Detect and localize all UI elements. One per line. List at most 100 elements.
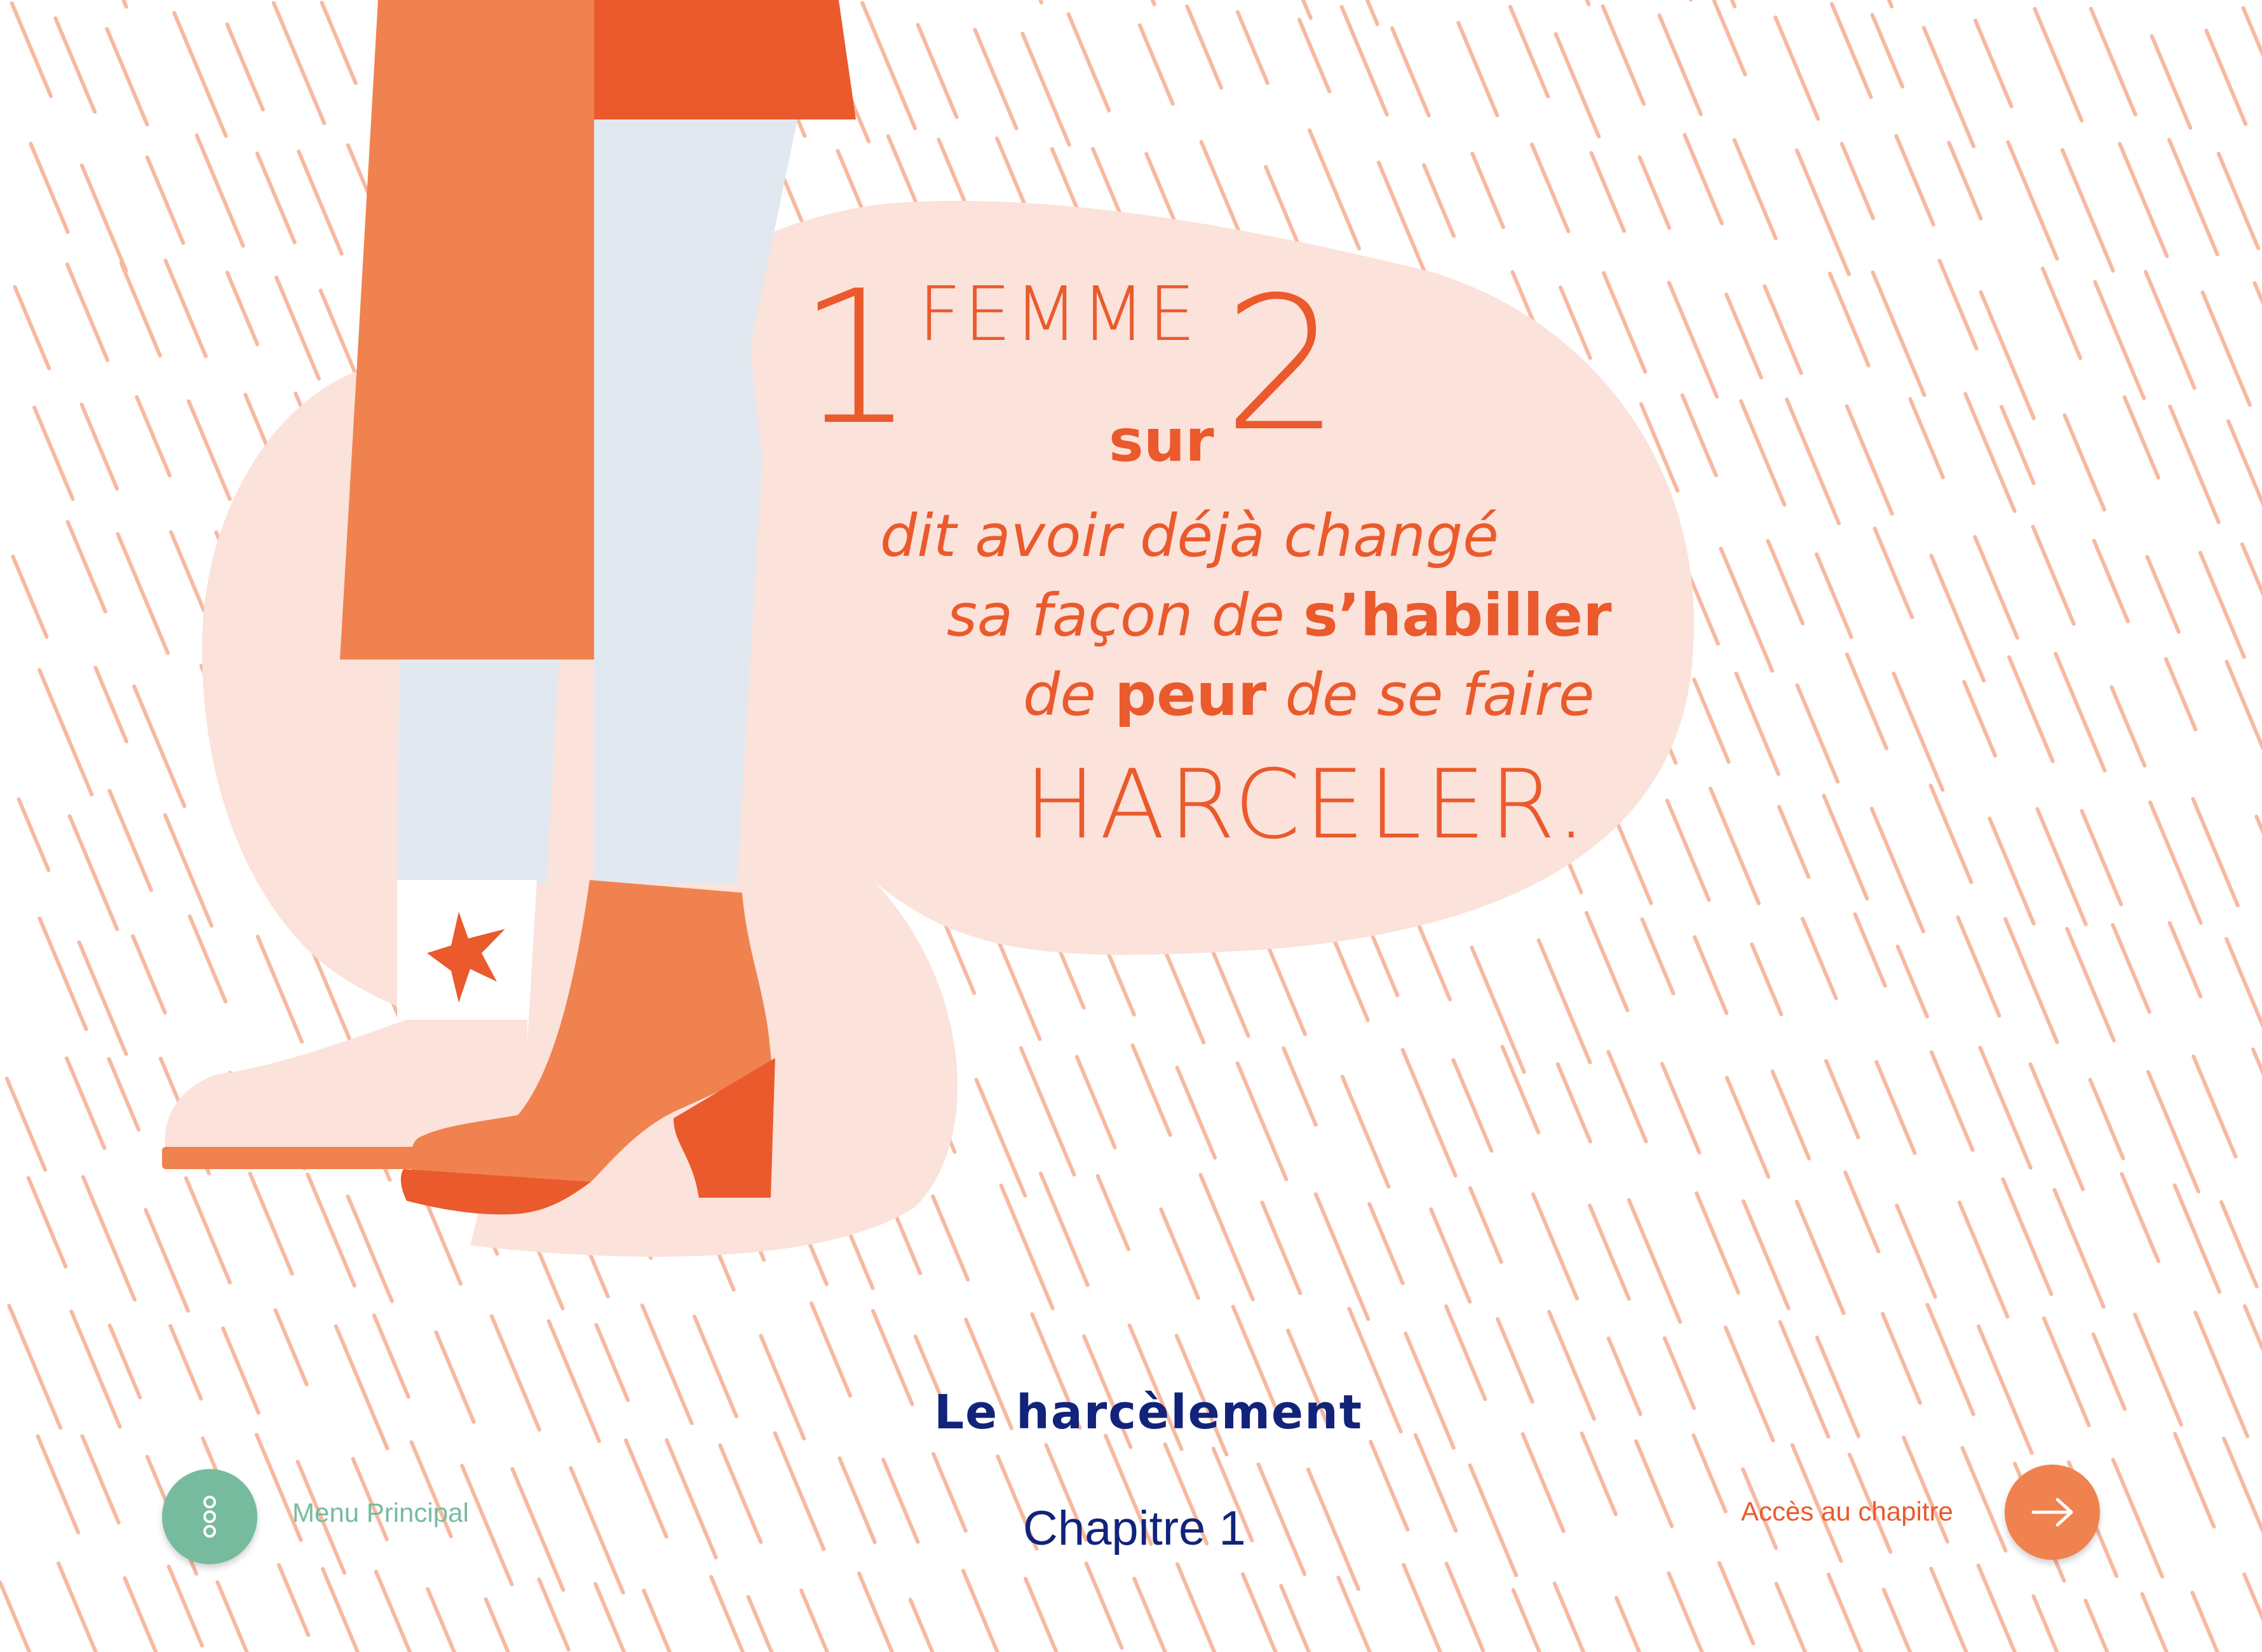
rain-streak [908, 1597, 935, 1652]
rain-streak [2091, 1332, 2127, 1411]
rain-streak [1869, 806, 1925, 933]
rain-streak [1132, 1576, 1167, 1652]
rain-streak [1660, 1062, 1702, 1155]
rain-streak [510, 1466, 566, 1592]
rain-streak [931, 1194, 970, 1282]
rain-streak [116, 532, 170, 656]
rain-streak [1301, 0, 1313, 20]
access-chapter-button[interactable] [2005, 1465, 2100, 1560]
rain-streak [1777, 804, 1811, 879]
rain-streak [1680, 393, 1718, 478]
rain-streak [255, 151, 297, 245]
rain-streak [746, 1595, 774, 1652]
rain-streak [2110, 685, 2147, 768]
rain-streak [1308, 128, 1362, 250]
rain-streak [665, 1438, 718, 1560]
rain-streak [1794, 148, 1851, 276]
rain-streak [166, 1564, 204, 1648]
rain-streak [1390, 26, 1431, 118]
chapter-title: Le harcèlement [934, 1385, 1364, 1440]
stat-femme-label: FEMME [918, 270, 1198, 358]
rain-streak [169, 530, 207, 613]
rain-streak [1400, 1048, 1458, 1178]
rain-streak [225, 22, 265, 112]
rain-streak [163, 259, 208, 358]
rain-streak [276, 1563, 311, 1637]
rain-streak [2122, 395, 2160, 480]
rain-streak [225, 271, 260, 346]
rain-streak [759, 1334, 806, 1440]
rain-streak [2088, 1078, 2125, 1161]
menu-label[interactable]: Menu Principal [292, 1498, 469, 1528]
rain-streak [1404, 1331, 1456, 1450]
rain-streak [2148, 800, 2203, 925]
rain-streak [1084, 1561, 1124, 1650]
rain-streak [1839, 142, 1875, 220]
rain-streak [107, 789, 153, 892]
rain-streak [2092, 539, 2130, 623]
rain-streak [1778, 1320, 1831, 1439]
rain-streak [2089, 6, 2137, 117]
rain-streak [692, 1314, 738, 1419]
rain-streak [881, 1458, 920, 1544]
rain-streak [1881, 1587, 1913, 1652]
rain-streak [1871, 270, 1927, 397]
rain-streak [1199, 140, 1243, 239]
rain-streak [2042, 1316, 2091, 1428]
rain-streak [1606, 1336, 1642, 1416]
rain-streak [320, 1, 358, 85]
rain-streak [2150, 34, 2193, 130]
rain-streak [334, 1324, 389, 1451]
rain-streak [1908, 397, 1945, 480]
rain-streak [434, 1330, 476, 1424]
rain-streak [1367, 1202, 1405, 1285]
rain-streak [1336, 1575, 1372, 1652]
rain-streak [2146, 1069, 2201, 1194]
rain-streak [135, 395, 172, 478]
rain-streak [32, 405, 75, 501]
rain-streak [1580, 1432, 1618, 1517]
menu-button[interactable] [162, 1469, 257, 1564]
rain-streak [546, 1319, 601, 1443]
rain-streak [132, 684, 187, 808]
rain-streak [374, 1569, 412, 1652]
rain-streak [569, 1466, 625, 1595]
rain-streak [1369, 1440, 1410, 1532]
rain-streak [1095, 1174, 1131, 1252]
rain-streak [1947, 140, 1983, 220]
vertical-dots-icon [203, 1496, 216, 1538]
rain-streak [1340, 1074, 1391, 1189]
rain-streak [11, 554, 49, 639]
rain-streak [1637, 155, 1672, 230]
rain-streak [2062, 413, 2106, 512]
rain-streak [1547, 1310, 1596, 1421]
rain-streak [2225, 937, 2262, 1029]
rain-streak [2007, 655, 2055, 764]
rain-streak [1774, 1581, 1808, 1652]
rain-streak [1531, 1192, 1579, 1301]
rain-streak [974, 1078, 1027, 1198]
rain-streak [1665, 798, 1711, 902]
rain-streak [1815, 552, 1853, 639]
access-chapter-label[interactable]: Accès au chapitre [1741, 1496, 1953, 1527]
coat-light [340, 0, 594, 660]
rain-streak [2031, 524, 2076, 626]
rain-streak [2028, 1062, 2085, 1191]
rain-streak [220, 1326, 261, 1415]
rain-streak [1240, 1572, 1278, 1652]
rain-streak [1763, 284, 1803, 376]
rain-streak [26, 1175, 68, 1269]
rain-streak [17, 797, 51, 872]
rain-streak [1529, 142, 1571, 234]
rain-streak [1937, 259, 1979, 351]
rain-streak [145, 155, 186, 245]
rain-streak [837, 1456, 877, 1545]
rain-streak [2172, 1432, 2216, 1529]
rain-streak [1693, 935, 1729, 1015]
rain-streak [1738, 399, 1787, 507]
rain-streak [1719, 546, 1775, 673]
rain-streak [1973, 18, 2014, 109]
rain-streak [2140, 1592, 2169, 1652]
rain-streak [168, 1324, 203, 1401]
left-leg [397, 660, 559, 883]
